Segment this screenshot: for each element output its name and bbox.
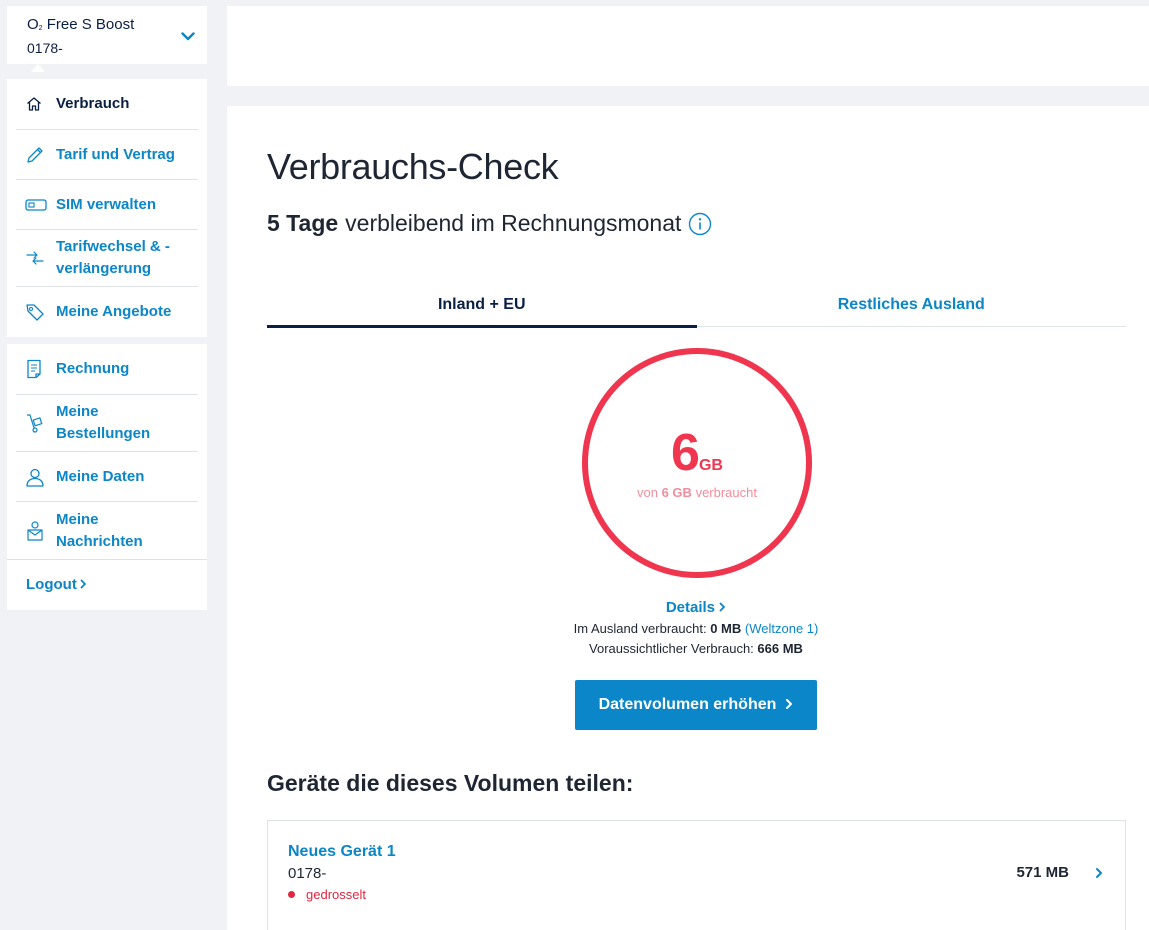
sim-card-icon	[16, 198, 56, 212]
sidebar-item-label: Meine Daten	[56, 467, 145, 485]
invoice-icon	[16, 359, 56, 379]
gauge-value: 6GB	[581, 423, 813, 483]
tariff-selector[interactable]: O2 Free S Boost 0178-	[7, 6, 207, 64]
increase-data-button[interactable]: Datenvolumen erhöhen	[575, 680, 817, 730]
sidebar-item-bestellungen[interactable]: Meine Bestellungen	[16, 395, 198, 452]
sidebar-item-nachrichten[interactable]: Meine Nachrichten	[16, 502, 198, 559]
info-icon[interactable]	[688, 212, 712, 236]
details-label: Details	[665, 599, 716, 616]
chevron-right-icon	[785, 697, 793, 713]
tab-restliches-ausland[interactable]: Restliches Ausland	[697, 286, 1127, 326]
top-panel	[227, 6, 1149, 86]
devices-title: Geräte die dieses Volumen teilen:	[267, 770, 634, 796]
device-status: gedrosselt	[288, 887, 366, 902]
sidebar-item-sim[interactable]: SIM verwalten	[16, 180, 198, 230]
remaining-days: 5 Tage verbleibend im Rechnungsmonat	[267, 210, 712, 237]
chevron-down-icon[interactable]	[181, 28, 195, 46]
sidebar-item-label: Meine Bestellungen	[56, 403, 151, 442]
status-dot-icon	[288, 891, 295, 898]
details-link[interactable]: Details	[227, 599, 1149, 616]
device-number: 0178-	[288, 865, 327, 882]
logout-link[interactable]: Logout	[7, 559, 207, 609]
zone-link[interactable]: (Weltzone 1)	[745, 621, 818, 636]
sidebar-item-label: Meine Angebote	[56, 303, 172, 320]
gauge-unit: GB	[698, 457, 723, 474]
region-tabs: Inland + EU Restliches Ausland	[267, 286, 1127, 328]
chevron-right-icon	[719, 602, 726, 612]
sidebar-item-label: SIM verwalten	[56, 195, 157, 213]
tariff-name: O2 Free S Boost	[27, 16, 135, 33]
message-icon	[16, 520, 56, 542]
sidebar-item-verbrauch[interactable]: Verbrauch	[16, 79, 198, 130]
pencil-icon	[16, 145, 56, 165]
sidebar-item-label: Meine Nachrichten	[56, 510, 143, 550]
home-icon	[16, 95, 56, 113]
device-name: Neues Gerät 1	[288, 843, 396, 860]
sidebar-item-tarifwechsel[interactable]: Tarifwechsel & - verlängerung	[16, 230, 198, 287]
gauge-number: 6	[671, 424, 700, 482]
tab-inland-eu[interactable]: Inland + EU	[267, 286, 697, 328]
usage-gauge: 6GB von 6 GB verbraucht	[581, 347, 813, 579]
swap-icon	[16, 250, 56, 266]
usage-panel: Verbrauchs-Check 5 Tage verbleibend im R…	[227, 106, 1149, 930]
device-usage: 571 MB	[1016, 864, 1069, 881]
sidebar-item-label: Tarif und Vertrag	[56, 145, 175, 163]
user-icon	[16, 467, 56, 487]
gauge-caption: von 6 GB verbraucht	[637, 485, 757, 500]
page-title: Verbrauchs-Check	[267, 146, 559, 187]
abroad-usage: Im Ausland verbraucht: 0 MB (Weltzone 1)	[573, 621, 819, 636]
device-row[interactable]: Neues Gerät 1 0178- gedrosselt 571 MB	[267, 820, 1126, 930]
sidebar-nav-secondary: Rechnung Meine Bestellungen Meine Daten M…	[7, 344, 207, 610]
sidebar-item-tarif[interactable]: Tarif und Vertrag	[16, 130, 198, 180]
logout-label: Logout	[26, 576, 77, 593]
chevron-right-icon	[80, 578, 87, 592]
remaining-days-value: 5 Tage	[267, 210, 339, 236]
sidebar-item-label: Verbrauch	[56, 95, 130, 112]
sidebar-item-angebote[interactable]: Meine Angebote	[16, 287, 198, 337]
sidebar-item-rechnung[interactable]: Rechnung	[16, 344, 198, 395]
sidebar-item-label: Tarifwechsel & - verlängerung	[56, 238, 170, 277]
forecast-usage: Voraussichtlicher Verbrauch: 666 MB	[589, 641, 803, 656]
hand-truck-icon	[16, 412, 56, 434]
cta-label: Datenvolumen erhöhen	[598, 696, 777, 713]
selector-notch	[31, 64, 45, 72]
sidebar-nav-primary: Verbrauch Tarif und Vertrag SIM verwalte…	[7, 79, 207, 337]
tariff-number: 0178-	[27, 40, 63, 56]
sidebar-item-daten[interactable]: Meine Daten	[16, 452, 198, 502]
chevron-right-icon[interactable]	[1095, 866, 1103, 884]
remaining-days-text: verbleibend im Rechnungsmonat	[345, 210, 682, 236]
sidebar-item-label: Rechnung	[56, 360, 130, 377]
tag-icon	[16, 302, 56, 322]
